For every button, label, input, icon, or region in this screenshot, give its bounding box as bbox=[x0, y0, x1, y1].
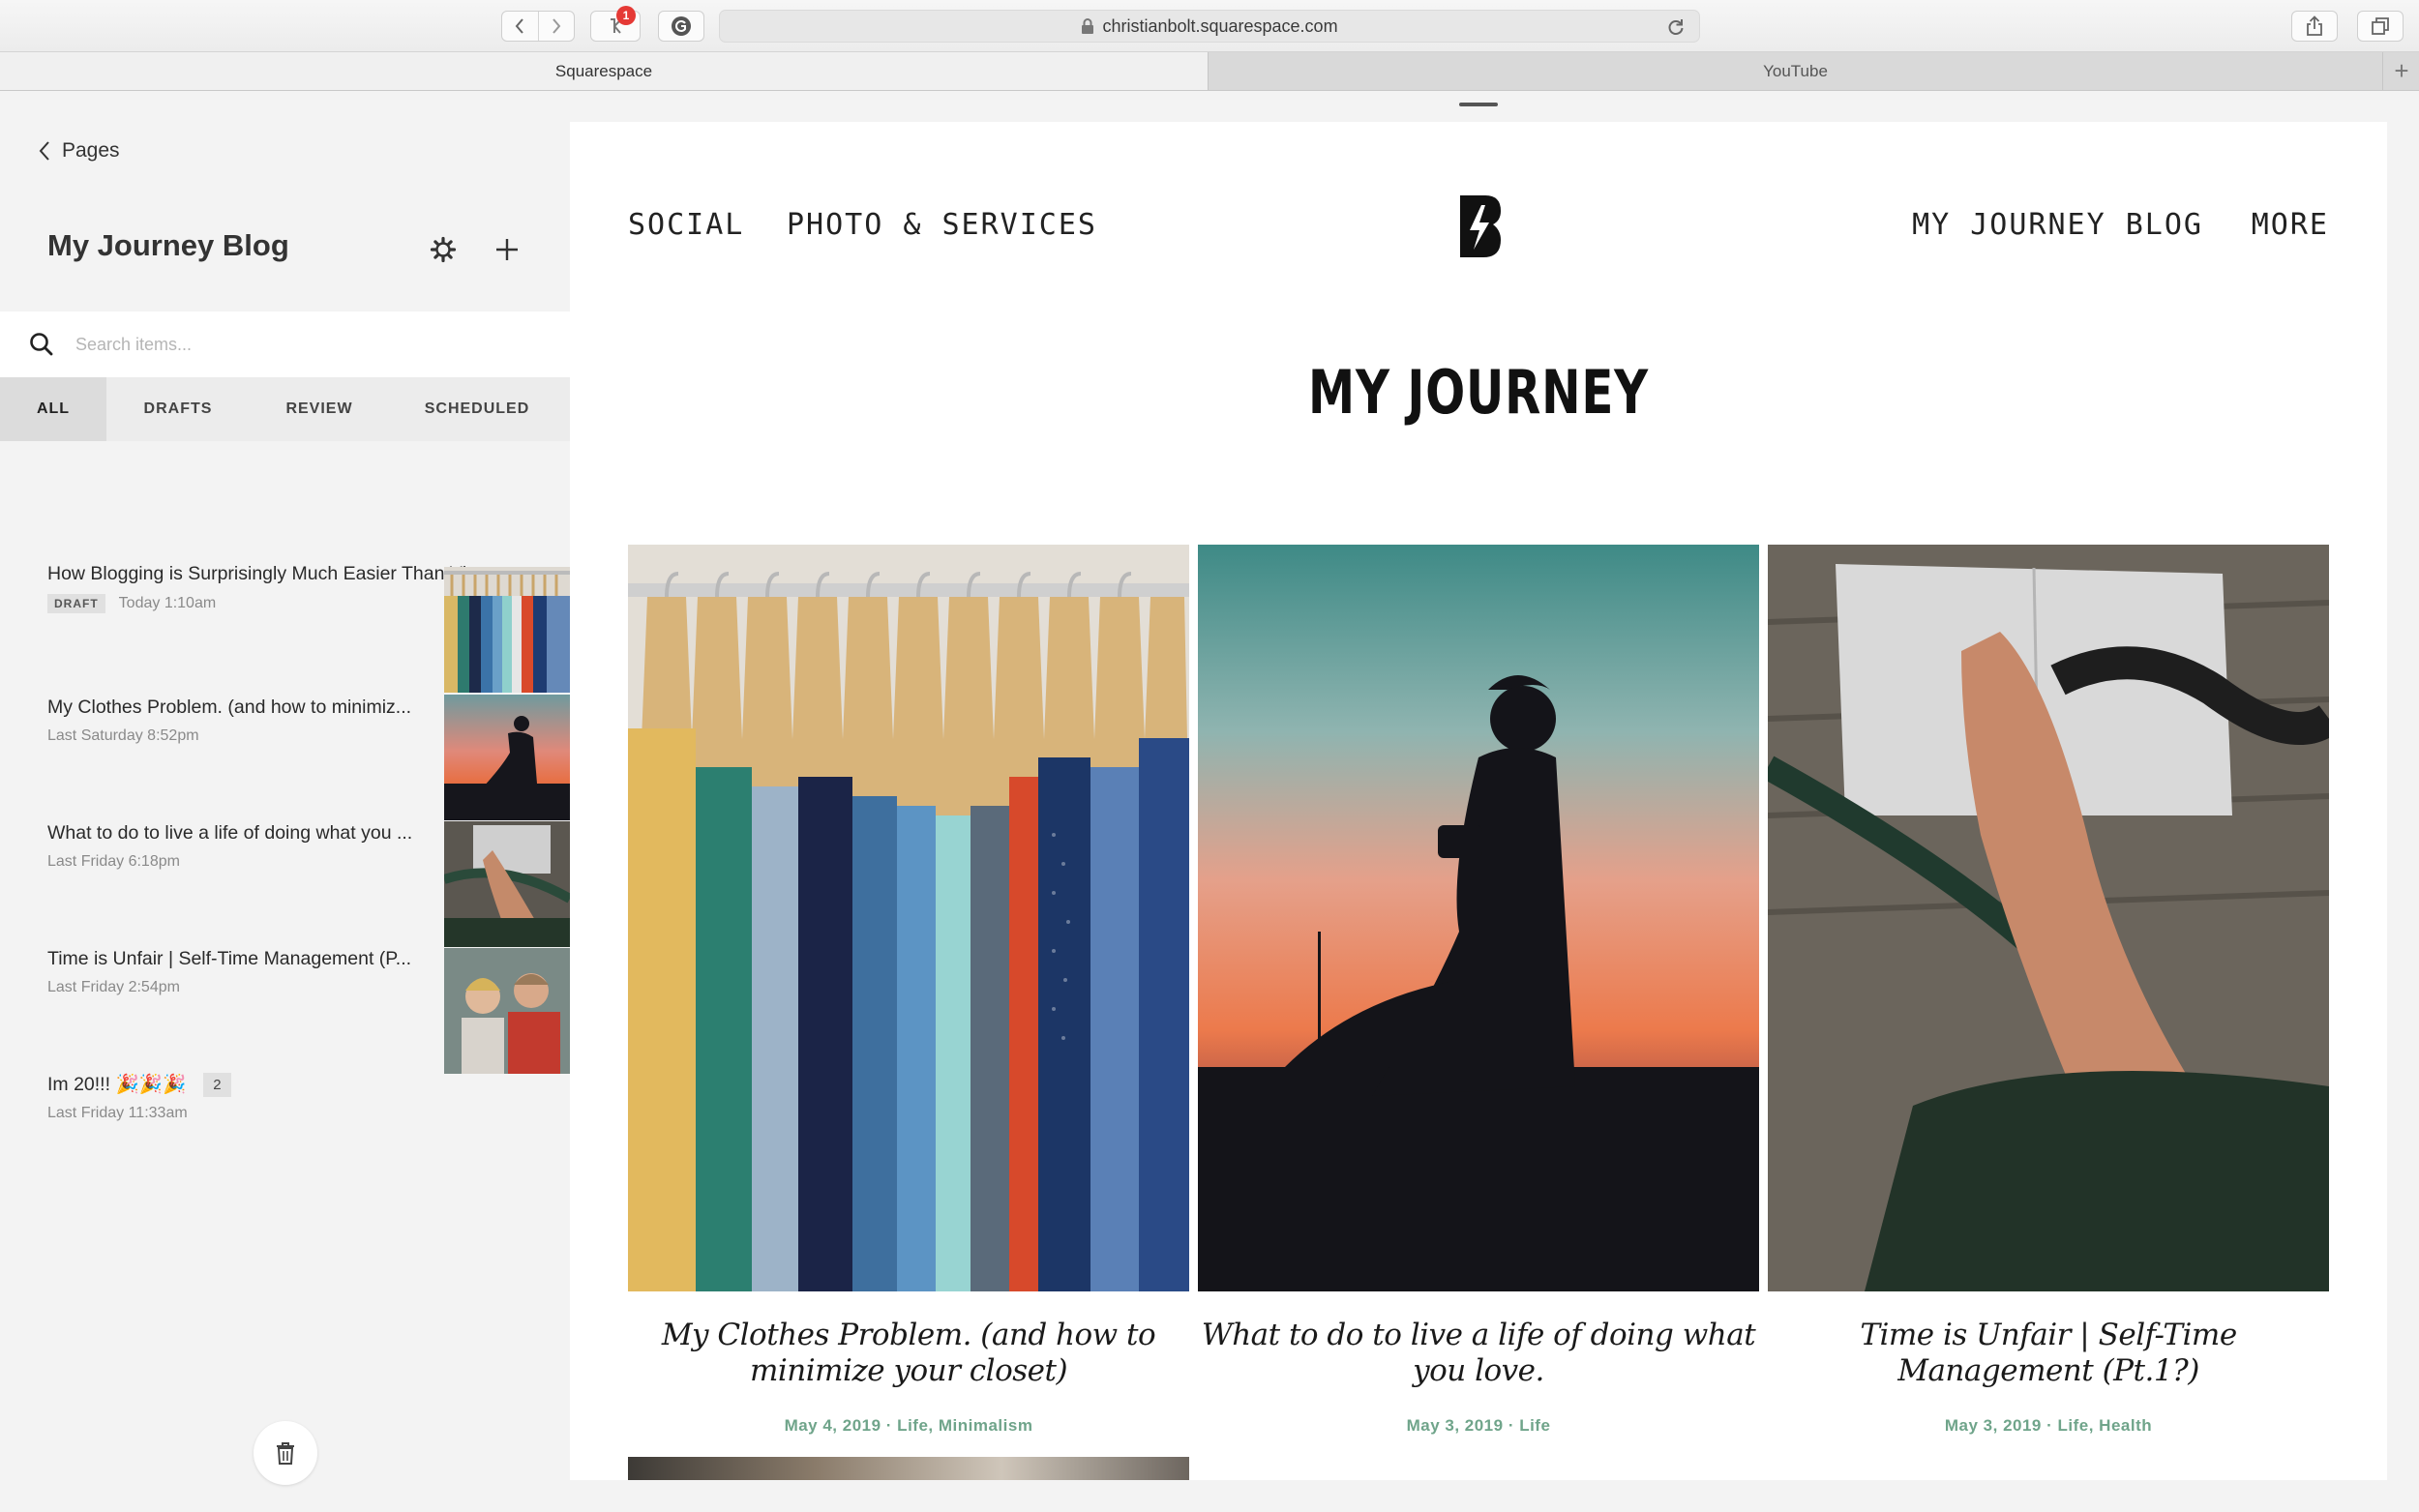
back-button[interactable] bbox=[502, 12, 538, 41]
search-bar bbox=[0, 311, 570, 377]
comment-count-badge: 2 bbox=[203, 1073, 231, 1098]
blog-page-heading: MY JOURNEY bbox=[1308, 357, 1649, 428]
post-card-meta[interactable]: May 3, 2019 · Life bbox=[1198, 1416, 1759, 1436]
browser-tab-youtube[interactable]: YouTube bbox=[1209, 52, 2382, 90]
post-card-meta[interactable]: May 4, 2019 · Life, Minimalism bbox=[628, 1416, 1189, 1436]
filter-tab-review[interactable]: REVIEW bbox=[250, 377, 389, 441]
site-preview: SOCIAL PHOTO & SERVICES MY JOURNEY BLOG … bbox=[570, 122, 2387, 1480]
grammarly-button[interactable] bbox=[658, 11, 704, 42]
trash-icon bbox=[277, 1442, 294, 1465]
post-title-text: Im 20!!! 🎉🎉🎉 bbox=[47, 1074, 187, 1095]
browser-tab-squarespace[interactable]: Squarespace bbox=[0, 52, 1209, 90]
browser-tabbar: Squarespace YouTube + bbox=[0, 52, 2419, 91]
tabs-icon bbox=[2372, 17, 2389, 35]
pages-sidebar: Pages My Journey Blog ALL DRAFTS REVIEW … bbox=[0, 91, 570, 1512]
chevron-left-icon bbox=[39, 141, 49, 161]
blog-settings-button[interactable] bbox=[426, 232, 461, 267]
next-post-image-peek bbox=[628, 1457, 1189, 1480]
lock-icon bbox=[1082, 18, 1094, 34]
share-button[interactable] bbox=[2291, 11, 2338, 42]
post-thumbnail-friends bbox=[444, 948, 570, 1074]
gear-icon bbox=[430, 236, 457, 263]
blog-post-card[interactable]: My Clothes Problem. (and how to minimize… bbox=[628, 545, 1189, 1436]
reload-icon[interactable] bbox=[1666, 17, 1686, 37]
post-card-title[interactable]: Time is Unfair | Self-Time Management (P… bbox=[1768, 1318, 2329, 1389]
search-input[interactable] bbox=[74, 333, 523, 356]
post-card-title[interactable]: My Clothes Problem. (and how to minimize… bbox=[628, 1318, 1189, 1389]
share-icon bbox=[2307, 15, 2322, 36]
filter-tab-drafts[interactable]: DRAFTS bbox=[106, 377, 250, 441]
post-image-clothes bbox=[628, 545, 1189, 1291]
post-thumbnail-clothes bbox=[444, 567, 570, 693]
bolt-logo-icon[interactable] bbox=[1458, 195, 1501, 257]
plus-icon bbox=[496, 239, 518, 260]
site-nav-more[interactable]: MORE bbox=[2252, 208, 2329, 242]
back-link-label: Pages bbox=[62, 139, 120, 162]
filter-tab-scheduled[interactable]: SCHEDULED bbox=[389, 377, 565, 441]
post-image-sunset bbox=[1198, 545, 1759, 1291]
post-card-title[interactable]: What to do to live a life of doing what … bbox=[1198, 1318, 1759, 1389]
site-nav-journey-blog[interactable]: MY JOURNEY BLOG bbox=[1912, 208, 2203, 242]
site-nav-photo-services[interactable]: PHOTO & SERVICES bbox=[787, 208, 1097, 242]
url-text: christianbolt.squarespace.com bbox=[1102, 15, 1338, 36]
trash-button[interactable] bbox=[254, 1421, 317, 1485]
new-tab-button[interactable]: + bbox=[2382, 52, 2419, 90]
browser-toolbar: 1 christianbolt.squarespace.com bbox=[0, 0, 2419, 52]
extension-button[interactable]: 1 bbox=[590, 6, 641, 42]
post-time: Last Friday 11:33am bbox=[47, 1105, 188, 1121]
filter-tabs: ALL DRAFTS REVIEW SCHEDULED bbox=[0, 377, 570, 441]
search-icon bbox=[30, 333, 53, 356]
grammarly-icon bbox=[672, 16, 691, 36]
post-thumbnail-sunset bbox=[444, 695, 570, 820]
notification-badge: 1 bbox=[616, 6, 636, 25]
post-title: Im 20!!! 🎉🎉🎉 2 bbox=[47, 1073, 231, 1098]
history-nav bbox=[501, 11, 575, 42]
site-nav-social[interactable]: SOCIAL bbox=[628, 208, 744, 242]
chevron-right-icon bbox=[552, 18, 561, 34]
blog-title: My Journey Blog bbox=[47, 228, 289, 262]
add-post-button[interactable] bbox=[490, 232, 524, 267]
preview-drag-handle[interactable] bbox=[1459, 103, 1498, 106]
chevron-left-icon bbox=[515, 18, 524, 34]
tab-overview-button[interactable] bbox=[2357, 11, 2404, 42]
back-to-pages-link[interactable]: Pages bbox=[39, 139, 120, 163]
filter-tab-all[interactable]: ALL bbox=[0, 377, 106, 441]
address-bar[interactable]: christianbolt.squarespace.com bbox=[719, 10, 1700, 43]
forward-button[interactable] bbox=[537, 12, 575, 41]
post-card-meta[interactable]: May 3, 2019 · Life, Health bbox=[1768, 1416, 2329, 1436]
blog-post-card[interactable]: Time is Unfair | Self-Time Management (P… bbox=[1761, 545, 2340, 1436]
post-image-notebook bbox=[1761, 545, 2340, 1291]
post-thumbnail-notebook bbox=[444, 821, 570, 947]
blog-post-card[interactable]: What to do to live a life of doing what … bbox=[1198, 545, 1759, 1436]
